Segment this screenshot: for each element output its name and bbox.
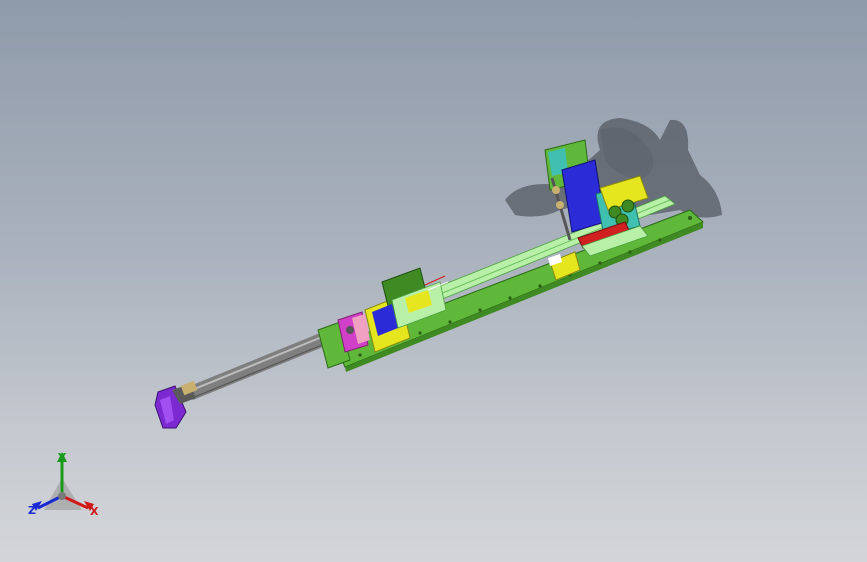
slide-assembly[interactable]: [364, 267, 449, 353]
y-axis-label: Y: [58, 451, 66, 464]
cad-model[interactable]: [0, 0, 867, 562]
x-axis-label: X: [90, 505, 99, 518]
z-axis-label: Z: [28, 504, 36, 517]
piston-rod[interactable]: [185, 333, 328, 400]
graphics-viewport[interactable]: Y Z X: [0, 0, 867, 562]
rod-end-gripper[interactable]: [154, 380, 198, 429]
